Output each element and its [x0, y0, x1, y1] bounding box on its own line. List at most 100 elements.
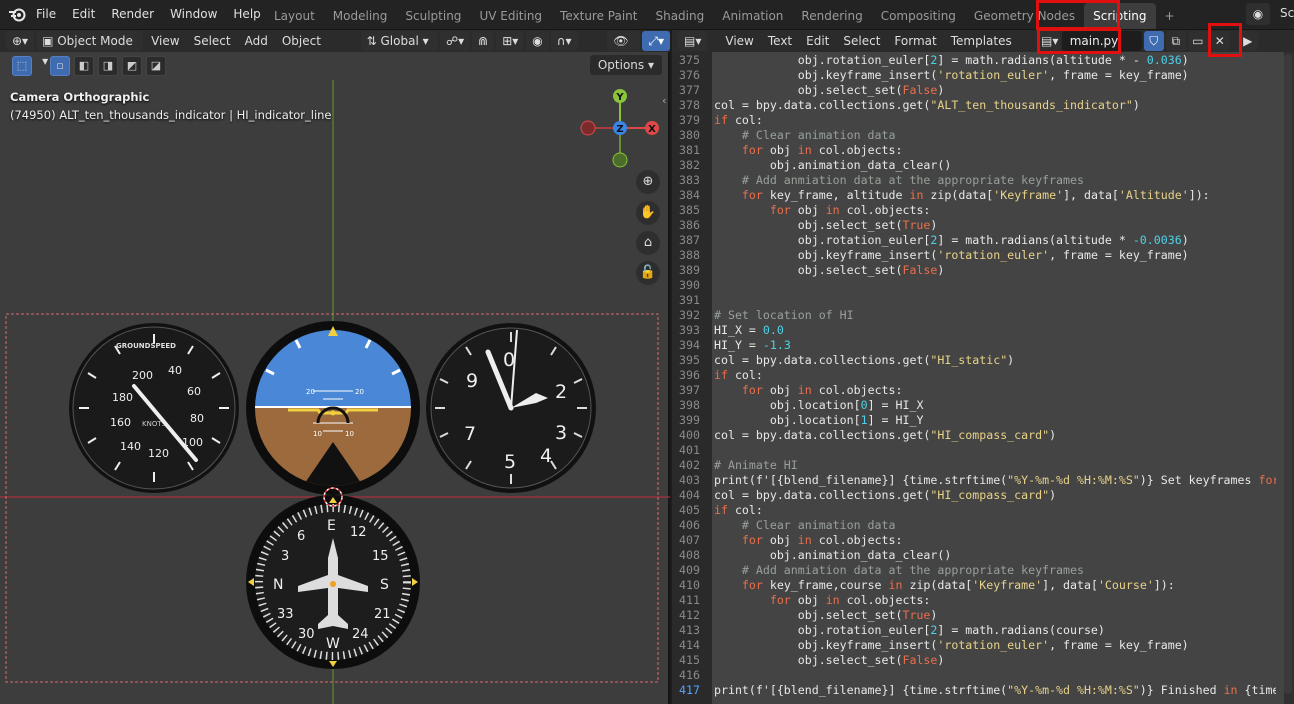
code-line[interactable]: 398 obj.location[0] = HI_X — [672, 398, 1276, 413]
code-text[interactable]: for obj in col.objects: — [706, 593, 1276, 608]
scene-selector-icon[interactable]: ◉ — [1246, 3, 1270, 25]
mode-set-icon[interactable]: ▫ — [50, 56, 70, 76]
code-text[interactable] — [706, 278, 1276, 293]
code-line[interactable]: 412 obj.select_set(True) — [672, 608, 1276, 623]
code-text[interactable]: obj.rotation_euler[2] = math.radians(alt… — [706, 53, 1276, 68]
viewport-scene[interactable]: GROUNDSPEED 200 40 180 60 160 80 140 10 0… — [0, 30, 670, 704]
code-line[interactable]: 381 for obj in col.objects: — [672, 143, 1276, 158]
code-text[interactable]: for key_frame, altitude in zip(data['Key… — [706, 188, 1276, 203]
mode-extend-icon[interactable]: ◧ — [74, 56, 94, 76]
code-text[interactable] — [706, 293, 1276, 308]
code-text[interactable]: obj.location[0] = HI_X — [706, 398, 1276, 413]
code-line[interactable]: 386 obj.select_set(True) — [672, 218, 1276, 233]
code-line[interactable]: 376 obj.keyframe_insert('rotation_euler'… — [672, 68, 1276, 83]
code-text[interactable]: obj.rotation_euler[2] = math.radians(alt… — [706, 233, 1276, 248]
code-text[interactable]: obj.keyframe_insert('rotation_euler', fr… — [706, 68, 1276, 83]
code-text[interactable]: # Set location of HI — [706, 308, 1276, 323]
text-browse-icon[interactable]: ▤▾ — [1039, 31, 1060, 51]
menu-add[interactable]: Add — [239, 31, 274, 51]
code-line[interactable]: 389 obj.select_set(False) — [672, 263, 1276, 278]
code-text[interactable]: obj.select_set(True) — [706, 218, 1276, 233]
tab-texture-paint[interactable]: Texture Paint — [551, 3, 646, 29]
code-line[interactable]: 409 # Add anmiation data at the appropri… — [672, 563, 1276, 578]
code-line[interactable]: 400 col = bpy.data.collections.get("HI_co… — [672, 428, 1276, 443]
code-text[interactable]: obj.location[1] = HI_Y — [706, 413, 1276, 428]
code-text[interactable]: obj.animation_data_clear() — [706, 548, 1276, 563]
code-text[interactable]: print(f'[{blend_filename}] {time.strftim… — [706, 683, 1276, 698]
editor-menu-templates[interactable]: Templates — [945, 31, 1018, 51]
code-text[interactable]: if col: — [706, 113, 1276, 128]
scrollbar[interactable] — [1284, 54, 1292, 694]
pan-hand-icon[interactable]: ✋ — [636, 201, 660, 225]
code-line[interactable]: 406 # Clear animation data — [672, 518, 1276, 533]
code-text[interactable]: obj.select_set(True) — [706, 608, 1276, 623]
code-line[interactable]: 391 — [672, 293, 1276, 308]
tab-compositing[interactable]: Compositing — [872, 3, 965, 29]
mode-invert-icon[interactable]: ◩ — [122, 56, 142, 76]
code-text[interactable]: # Clear animation data — [706, 518, 1276, 533]
code-line[interactable]: 413 obj.rotation_euler[2] = math.radians… — [672, 623, 1276, 638]
add-workspace-icon[interactable]: + — [1156, 3, 1184, 29]
code-line[interactable]: 408 obj.animation_data_clear() — [672, 548, 1276, 563]
menu-object[interactable]: Object — [276, 31, 327, 51]
editor-menu-select[interactable]: Select — [837, 31, 886, 51]
code-line[interactable]: 390 — [672, 278, 1276, 293]
menu-select[interactable]: Select — [188, 31, 237, 51]
code-line[interactable]: 384 for key_frame, altitude in zip(data[… — [672, 188, 1276, 203]
pivot-icon[interactable]: ☍▾ — [439, 31, 471, 51]
code-text[interactable]: obj.select_set(False) — [706, 83, 1276, 98]
code-line[interactable]: 392 # Set location of HI — [672, 308, 1276, 323]
menu-render[interactable]: Render — [103, 0, 162, 28]
sidebar-toggle-icon[interactable]: ‹ — [662, 94, 666, 107]
code-line[interactable]: 377 obj.select_set(False) — [672, 83, 1276, 98]
code-text[interactable]: # Add anmiation data at the appropriate … — [706, 173, 1276, 188]
gizmo-toggle-icon[interactable]: ⤢▾ — [642, 31, 670, 51]
code-text[interactable]: obj.animation_data_clear() — [706, 158, 1276, 173]
code-text[interactable]: if col: — [706, 368, 1276, 383]
editor-type-icon-text[interactable]: ▤▾ — [678, 31, 708, 51]
zoom-icon[interactable]: ⊕ — [636, 170, 660, 194]
code-text[interactable]: obj.rotation_euler[2] = math.radians(cou… — [706, 623, 1276, 638]
scene-name[interactable]: Sc — [1280, 6, 1294, 20]
code-text[interactable]: for obj in col.objects: — [706, 383, 1276, 398]
editor-type-icon[interactable]: ⊕▾ — [6, 31, 35, 51]
code-line[interactable]: 395 col = bpy.data.collections.get("HI_st… — [672, 353, 1276, 368]
tab-rendering[interactable]: Rendering — [792, 3, 871, 29]
code-text[interactable]: for obj in col.objects: — [706, 143, 1276, 158]
code-text[interactable]: for obj in col.objects: — [706, 203, 1276, 218]
code-line[interactable]: 415 obj.select_set(False) — [672, 653, 1276, 668]
code-text[interactable]: for obj in col.objects: — [706, 533, 1276, 548]
code-line[interactable]: 396 if col: — [672, 368, 1276, 383]
code-lines[interactable]: 375 obj.rotation_euler[2] = math.radians… — [672, 53, 1276, 698]
mode-intersect-icon[interactable]: ◪ — [146, 56, 166, 76]
code-text[interactable]: obj.keyframe_insert('rotation_euler', fr… — [706, 638, 1276, 653]
code-line[interactable]: 402 # Animate HI — [672, 458, 1276, 473]
code-line[interactable]: 410 for key_frame,course in zip(data['Ke… — [672, 578, 1276, 593]
menu-view[interactable]: View — [145, 31, 185, 51]
code-text[interactable] — [706, 668, 1276, 683]
snap-icon[interactable]: ⋒ — [472, 31, 495, 51]
duplicate-icon[interactable]: ⧉ — [1165, 31, 1186, 51]
proportional-edit-icon[interactable]: ◉ — [526, 31, 549, 51]
editor-menu-format[interactable]: Format — [888, 31, 942, 51]
tab-animation[interactable]: Animation — [713, 3, 792, 29]
mode-select[interactable]: ▣ Object Mode ▾ — [36, 31, 144, 68]
menu-help[interactable]: Help — [225, 0, 268, 28]
menu-file[interactable]: File — [28, 0, 64, 28]
shield-icon[interactable]: ⛉ — [1143, 31, 1164, 51]
code-line[interactable]: 375 obj.rotation_euler[2] = math.radians… — [672, 53, 1276, 68]
code-line[interactable]: 385 for obj in col.objects: — [672, 203, 1276, 218]
visibility-icon[interactable]: 👁▾ — [607, 31, 641, 68]
falloff-icon[interactable]: ∩▾ — [550, 31, 578, 51]
code-text[interactable]: HI_X = 0.0 — [706, 323, 1276, 338]
tab-layout[interactable]: Layout — [265, 3, 324, 29]
editor-menu-view[interactable]: View — [719, 31, 759, 51]
run-script-button[interactable]: ▶ — [1237, 31, 1258, 51]
lock-icon[interactable]: 🔓 — [636, 261, 660, 285]
tab-shading[interactable]: Shading — [646, 3, 713, 29]
code-line[interactable]: 414 obj.keyframe_insert('rotation_euler'… — [672, 638, 1276, 653]
tab-geometry-nodes[interactable]: Geometry Nodes — [965, 3, 1084, 29]
code-line[interactable]: 404 col = bpy.data.collections.get("HI_co… — [672, 488, 1276, 503]
mode-subtract-icon[interactable]: ◨ — [98, 56, 118, 76]
code-text[interactable]: # Clear animation data — [706, 128, 1276, 143]
